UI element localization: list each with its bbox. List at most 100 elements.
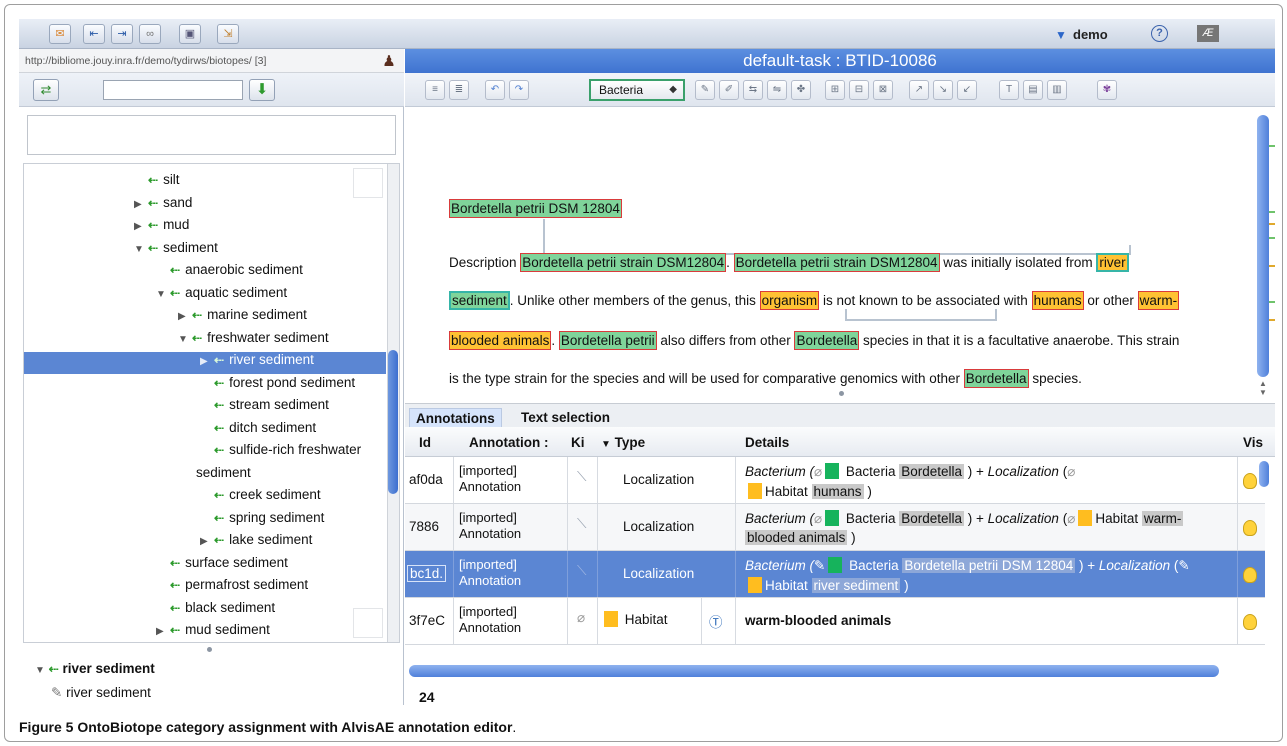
tree-node[interactable]: ▼ ⇠ freshwater sediment [178, 330, 329, 352]
tree-scrollbar[interactable] [387, 164, 399, 642]
refresh-icon[interactable]: ⇄ [33, 79, 59, 101]
annotation-bacteria[interactable]: Bordetella petrii [558, 331, 657, 350]
annotation-habitat[interactable]: blooded animals [449, 331, 552, 350]
tree-node[interactable]: ⇠ anaerobic sediment [156, 262, 303, 284]
tree-node[interactable]: ▶ ⇠ mud sediment [156, 622, 270, 642]
table-row-selected[interactable]: bc1d. [imported] Annotation ⟍ Localizatio… [405, 551, 1265, 598]
annotation-bacteria[interactable]: Bordetella petrii strain DSM12804 [520, 253, 727, 272]
expanded-twisty-icon[interactable]: ▼ [178, 334, 192, 345]
column-kind[interactable]: Ki [571, 435, 585, 450]
remove-relation-icon[interactable]: ↙ [957, 80, 977, 100]
splitter-handle[interactable] [839, 391, 844, 396]
tree-node[interactable]: ⇠ creek sediment [200, 487, 321, 509]
undo-icon[interactable]: ↶ [485, 80, 505, 100]
tree-scrollbar-thumb[interactable] [388, 350, 398, 494]
image-icon[interactable]: ▤ [1023, 80, 1043, 100]
collapsed-twisty-icon[interactable]: ▶ [178, 311, 192, 322]
column-annotation[interactable]: Annotation : [469, 435, 548, 450]
tree-node[interactable]: ⇠ permafrost sediment [156, 577, 308, 599]
tree-node[interactable]: ▶ ⇠ marine sediment [178, 307, 307, 329]
user-icon[interactable]: ♟ [380, 52, 398, 70]
add-relation-icon[interactable]: ↗ [909, 80, 929, 100]
mail-icon[interactable]: ✉ [49, 24, 71, 44]
annotation-bacteria[interactable]: Bordetella [794, 331, 860, 350]
create-relation-icon[interactable]: ⇆ [743, 80, 763, 100]
collapsed-twisty-icon[interactable]: ▶ [156, 626, 170, 637]
column-type[interactable]: ▼ Type [601, 435, 645, 450]
align-left-icon[interactable]: ≡ [425, 80, 445, 100]
text-icon[interactable]: T [999, 80, 1019, 100]
table-row[interactable]: 3f7eC [imported] Annotation ⌀ Habitat Ⓣ w… [405, 598, 1265, 645]
tree-node[interactable]: ▶ ⇠ sand [134, 195, 192, 217]
tree-node[interactable]: sediment [196, 465, 251, 487]
grid-vertical-scrollbar[interactable] [1259, 461, 1269, 487]
detail-node[interactable]: ▼ ⇠ river sediment [35, 661, 155, 676]
create-annotation-icon[interactable]: ✎ [695, 80, 715, 100]
edit-annotation-icon[interactable]: ✐ [719, 80, 739, 100]
column-id[interactable]: Id [419, 435, 431, 450]
palette-icon[interactable]: ✾ [1097, 80, 1117, 100]
annotation-type-select[interactable]: Bacteria ◆ [589, 79, 685, 101]
align-right-icon[interactable]: ≣ [449, 80, 469, 100]
collapsed-twisty-icon[interactable]: ▶ [200, 536, 214, 547]
annotation-bacteria[interactable]: Bordetella [963, 369, 1029, 388]
visibility-bulb-icon[interactable] [1243, 473, 1257, 489]
annotation-habitat[interactable]: warm- [1137, 291, 1180, 310]
visibility-bulb-icon[interactable] [1243, 567, 1257, 583]
ontology-search-input[interactable] [103, 80, 243, 100]
help-icon[interactable]: ? [1151, 25, 1168, 42]
document-scrollbar[interactable] [1257, 115, 1269, 377]
add-group-icon[interactable]: ⊞ [825, 80, 845, 100]
tree-node[interactable]: ▶ ⇠ mud [134, 217, 189, 239]
user-menu[interactable]: ▼ demo ? Æ [1055, 25, 1225, 45]
collapsed-twisty-icon[interactable]: ▶ [134, 199, 148, 210]
edit-relation-icon[interactable]: ↘ [933, 80, 953, 100]
annotation-bacteria[interactable]: Bordetella petrii DSM 12804 [449, 199, 622, 218]
expanded-twisty-icon[interactable]: ▼ [134, 244, 148, 255]
link-icon[interactable]: ∞ [139, 24, 161, 44]
tree-node[interactable]: ⇠ black sediment [156, 600, 275, 622]
column-details[interactable]: Details [745, 435, 789, 450]
annotation-habitat[interactable]: humans [1031, 291, 1084, 310]
tab-annotations[interactable]: Annotations [409, 408, 502, 428]
group-icon[interactable]: ✤ [791, 80, 811, 100]
expanded-twisty-icon[interactable]: ▼ [156, 289, 170, 300]
report-icon[interactable]: ▥ [1047, 80, 1067, 100]
tree-node[interactable]: ⇠ stream sediment [200, 397, 329, 419]
table-row[interactable]: 7886 [imported] Annotation ⟍ Localization… [405, 504, 1265, 551]
redo-icon[interactable]: ↷ [509, 80, 529, 100]
collapsed-twisty-icon[interactable]: ▶ [200, 356, 214, 367]
next-document-icon[interactable]: ⇥ [111, 24, 133, 44]
prev-document-icon[interactable]: ⇤ [83, 24, 105, 44]
table-row[interactable]: af0da [imported] Annotation ⟍ Localizatio… [405, 457, 1265, 504]
visibility-bulb-icon[interactable] [1243, 614, 1257, 630]
tree-node[interactable]: ⇠ forest pond sediment [200, 375, 355, 397]
tab-text-selection[interactable]: Text selection [515, 408, 616, 427]
save-icon[interactable]: ▣ [179, 24, 201, 44]
delete-relation-icon[interactable]: ⇋ [767, 80, 787, 100]
tree-node[interactable]: ▼ ⇠ aquatic sediment [156, 285, 287, 307]
annotation-habitat-selected[interactable]: river [1096, 253, 1129, 272]
tree-node-selected[interactable]: ▶ ⇠ river sediment [24, 352, 386, 374]
tree-node[interactable]: ▼ ⇠ sediment [134, 240, 218, 262]
column-visibility[interactable]: Vis [1243, 435, 1263, 450]
tree-node[interactable]: ⇠ surface sediment [156, 555, 288, 577]
annotation-bacteria[interactable]: Bordetella petrii strain DSM12804 [733, 253, 940, 272]
annotation-habitat-selected[interactable]: sediment [449, 291, 510, 310]
export-icon[interactable]: ⇲ [217, 24, 239, 44]
term-lookup-icon[interactable]: Ⓣ [709, 611, 723, 631]
tree-node[interactable]: ⇠ ditch sediment [200, 420, 316, 442]
collapsed-twisty-icon[interactable]: ▶ [134, 221, 148, 232]
tree-node[interactable]: ⇠ spring sediment [200, 510, 324, 532]
visibility-bulb-icon[interactable] [1243, 520, 1257, 536]
annotation-habitat[interactable]: organism [759, 291, 820, 310]
grid-horizontal-scrollbar[interactable] [409, 665, 1219, 677]
search-result-box[interactable] [27, 115, 396, 155]
tree-node[interactable]: ⇠ silt [134, 172, 180, 194]
delete-group-icon[interactable]: ⊠ [873, 80, 893, 100]
tree-node[interactable]: ⇠ sulfide-rich freshwater [200, 442, 361, 464]
tree-node[interactable]: ▶ ⇠ lake sediment [200, 532, 312, 554]
document-scroll-arrows[interactable]: ▲ ▼ [1257, 379, 1269, 397]
edit-group-icon[interactable]: ⊟ [849, 80, 869, 100]
splitter-handle[interactable] [207, 647, 212, 652]
